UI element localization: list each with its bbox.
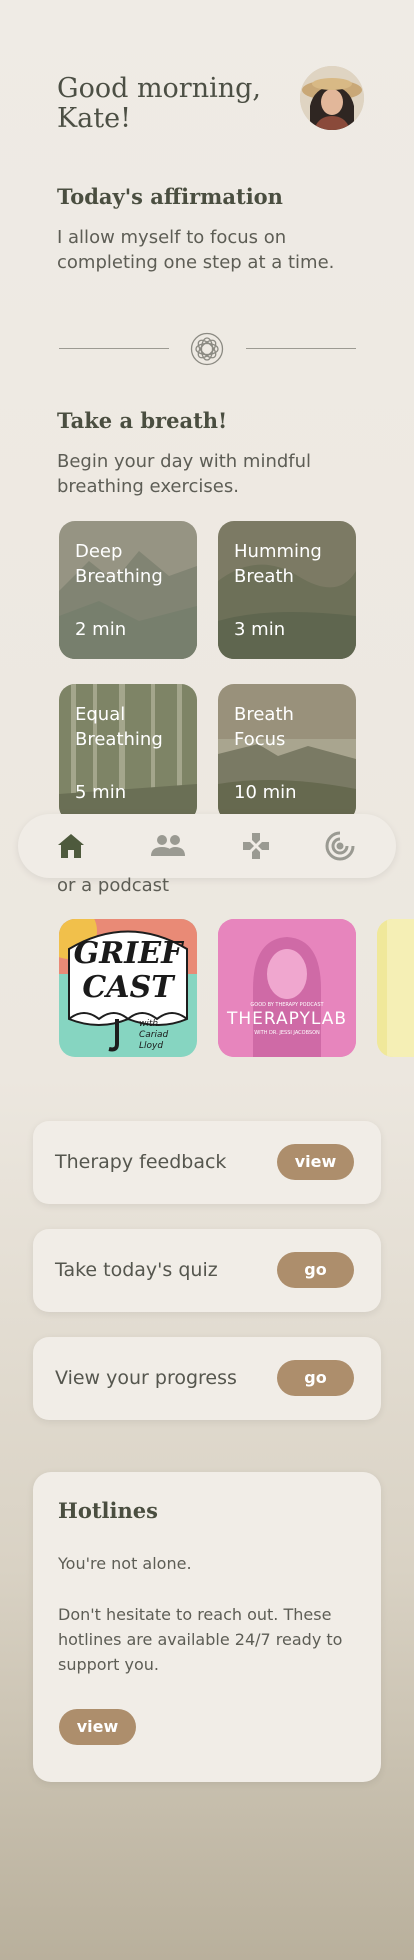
hotlines-view-button[interactable]: view xyxy=(59,1709,136,1745)
breath-card-focus[interactable]: Breath Focus 10 min xyxy=(218,684,356,822)
podcast-title: GRIEF CAST xyxy=(73,936,183,1005)
breath-heading: Take a breath! xyxy=(57,408,228,433)
community-icon[interactable] xyxy=(148,830,188,862)
breath-card-equal[interactable]: Equal Breathing 5 min xyxy=(59,684,197,822)
breath-card-humming[interactable]: Humming Breath 3 min xyxy=(218,521,356,659)
avatar[interactable] xyxy=(300,66,364,130)
home-icon[interactable] xyxy=(55,830,87,862)
action-label: Take today's quiz xyxy=(55,1259,218,1281)
quiz-card: Take today's quiz go xyxy=(33,1229,381,1312)
podcast-therapylab[interactable]: GOOD BY THERAPY PODCAST THERAPYLAB WITH … xyxy=(218,919,356,1057)
breath-card-duration: 2 min xyxy=(75,619,127,640)
therapy-feedback-card: Therapy feedback view xyxy=(33,1121,381,1204)
progress-icon[interactable] xyxy=(324,830,356,862)
avatar-image xyxy=(300,66,364,130)
breath-subtitle: Begin your day with mindful breathing ex… xyxy=(57,451,312,497)
breath-card-duration: 10 min xyxy=(234,782,297,803)
bottom-nav xyxy=(18,814,396,878)
divider-right xyxy=(246,348,356,349)
go-progress-button[interactable]: go xyxy=(277,1360,354,1396)
podcast-kicker: GOOD BY THERAPY PODCAST xyxy=(250,1002,324,1008)
breath-card-title: Equal Breathing xyxy=(75,704,163,750)
go-quiz-button[interactable]: go xyxy=(277,1252,354,1288)
podcast-label: or a podcast xyxy=(57,875,170,896)
action-label: View your progress xyxy=(55,1367,237,1389)
hotlines-line2: Don't hesitate to reach out. These hotli… xyxy=(58,1605,343,1674)
greeting-title: Good morning, Kate! xyxy=(57,73,261,134)
podcast-griefcast[interactable]: GRIEF CAST with Cariad Lloyd xyxy=(59,919,197,1057)
breath-card-duration: 3 min xyxy=(234,619,286,640)
hotlines-line1: You're not alone. xyxy=(58,1554,192,1573)
affirmation-text: I allow myself to focus on completing on… xyxy=(57,227,335,273)
hotlines-heading: Hotlines xyxy=(58,1498,158,1523)
podcast-partial[interactable] xyxy=(377,919,414,1057)
podcast-subtitle: WITH DR. JESSI JACOBSON xyxy=(254,1030,320,1036)
divider-left xyxy=(59,348,169,349)
view-feedback-button[interactable]: view xyxy=(277,1144,354,1180)
podcast-subtitle: with Cariad Lloyd xyxy=(139,1019,169,1051)
breath-card-duration: 5 min xyxy=(75,782,127,803)
action-label: Therapy feedback xyxy=(55,1151,227,1173)
therapylab-cover-image xyxy=(218,919,356,1057)
podcast-cover-image xyxy=(377,919,414,1057)
hotlines-card: Hotlines You're not alone. Don't hesitat… xyxy=(33,1472,381,1782)
games-icon[interactable] xyxy=(240,830,272,862)
podcast-title: THERAPYLAB xyxy=(226,1009,348,1029)
affirmation-heading: Today's affirmation xyxy=(57,184,283,209)
breath-card-title: Humming Breath xyxy=(234,541,322,587)
breath-card-title: Breath Focus xyxy=(234,704,294,750)
progress-card: View your progress go xyxy=(33,1337,381,1420)
lotus-icon xyxy=(190,332,224,366)
breath-card-title: Deep Breathing xyxy=(75,541,163,587)
breath-card-deep[interactable]: Deep Breathing 2 min xyxy=(59,521,197,659)
